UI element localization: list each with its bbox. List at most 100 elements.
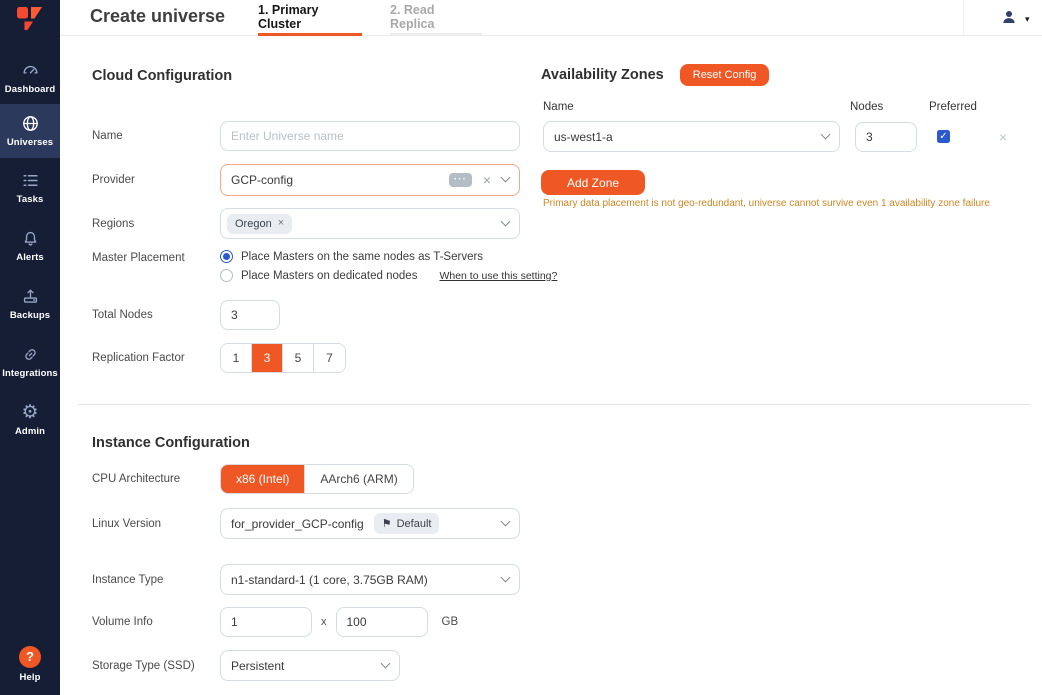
remove-zone-icon[interactable]: × xyxy=(999,130,1007,144)
cpu-option-arm[interactable]: AArch6 (ARM) xyxy=(305,465,412,493)
sidebar-item-integrations[interactable]: Integrations xyxy=(0,336,60,388)
az-col-preferred: Preferred xyxy=(929,101,977,113)
chevron-down-icon xyxy=(501,173,511,183)
regions-select[interactable]: Oregon × xyxy=(220,208,520,239)
rf-option-7[interactable]: 7 xyxy=(314,344,345,372)
linux-version-select[interactable]: for_provider_GCP-config ⚑ Default xyxy=(220,508,520,539)
flag-icon: ⚑ xyxy=(382,517,392,530)
chevron-down-icon xyxy=(381,659,391,669)
sidebar-item-backups[interactable]: Backups xyxy=(0,278,60,330)
total-nodes-label: Total Nodes xyxy=(92,309,220,321)
replication-factor-row: Replication Factor 1 3 5 7 xyxy=(92,343,542,373)
sidebar-item-label: Alerts xyxy=(16,252,44,263)
add-zone-button[interactable]: Add Zone xyxy=(541,170,645,195)
storage-type-value: Persistent xyxy=(231,659,284,673)
provider-select[interactable]: GCP-config ··· × xyxy=(220,164,520,196)
sidebar-item-label: Dashboard xyxy=(5,84,56,95)
ellipsis-badge-icon: ··· xyxy=(449,173,472,187)
yugabyte-logo-icon[interactable] xyxy=(0,0,60,36)
regions-label: Regions xyxy=(92,218,220,230)
rf-option-1[interactable]: 1 xyxy=(221,344,252,372)
cpu-architecture-row: CPU Architecture x86 (Intel) AArch6 (ARM… xyxy=(92,464,542,494)
section-divider xyxy=(78,404,1030,405)
backup-icon xyxy=(21,287,40,306)
volume-count-input[interactable] xyxy=(220,607,312,637)
user-menu-button[interactable]: ▾ xyxy=(1000,8,1030,31)
link-icon xyxy=(21,345,40,364)
linux-version-label: Linux Version xyxy=(92,518,220,530)
az-header: Availability Zones Reset Config xyxy=(541,64,769,86)
az-preferred-checkbox[interactable]: ✓ xyxy=(937,130,950,143)
page-title: Create universe xyxy=(90,6,225,27)
az-col-name: Name xyxy=(543,101,574,113)
total-nodes-row: Total Nodes xyxy=(92,300,542,330)
storage-type-select[interactable]: Persistent xyxy=(220,650,400,681)
chevron-down-icon xyxy=(821,130,831,140)
provider-label: Provider xyxy=(92,174,220,186)
default-badge: ⚑ Default xyxy=(374,513,440,534)
sidebar-item-tasks[interactable]: Tasks xyxy=(0,162,60,214)
region-chip: Oregon × xyxy=(227,214,292,234)
rf-option-5[interactable]: 5 xyxy=(283,344,314,372)
sidebar: Dashboard Universes Tasks Alerts Backups xyxy=(0,0,60,695)
volume-info-label: Volume Info xyxy=(92,616,220,628)
question-icon: ? xyxy=(19,646,41,668)
volume-multiplier: x xyxy=(321,616,327,628)
volume-size-input[interactable] xyxy=(336,607,428,637)
instance-type-select[interactable]: n1-standard-1 (1 core, 3.75GB RAM) xyxy=(220,564,520,595)
globe-icon xyxy=(21,114,40,133)
user-icon xyxy=(1000,8,1018,31)
storage-type-label: Storage Type (SSD) xyxy=(92,660,220,672)
provider-row: Provider GCP-config ··· × xyxy=(92,164,542,195)
bell-icon xyxy=(21,229,40,248)
gear-icon: ⚙ xyxy=(21,403,40,422)
radio-selected[interactable] xyxy=(220,250,233,263)
reset-config-button[interactable]: Reset Config xyxy=(680,64,770,86)
list-icon xyxy=(21,171,40,190)
az-zone-row: us-west1-a ✓ × xyxy=(543,121,1023,152)
regions-row: Regions Oregon × xyxy=(92,208,542,239)
instance-config-title: Instance Configuration xyxy=(92,435,250,451)
total-nodes-input[interactable] xyxy=(220,300,280,330)
rf-option-3[interactable]: 3 xyxy=(252,344,283,372)
cpu-option-x86[interactable]: x86 (Intel) xyxy=(221,465,305,493)
name-row: Name xyxy=(92,121,542,151)
chevron-down-icon xyxy=(501,573,511,583)
chevron-down-icon: ▾ xyxy=(1025,14,1030,25)
when-to-use-link[interactable]: When to use this setting? xyxy=(439,270,557,282)
master-placement-option-same-nodes: Place Masters on the same nodes as T-Ser… xyxy=(220,250,557,263)
replication-factor-group: 1 3 5 7 xyxy=(220,343,346,373)
tab-primary-cluster[interactable]: 1. Primary Cluster xyxy=(258,0,362,36)
sidebar-item-label: Admin xyxy=(15,426,45,437)
chevron-down-icon xyxy=(501,217,511,227)
tab-read-replica[interactable]: 2. Read Replica xyxy=(390,0,482,36)
sidebar-item-label: Integrations xyxy=(2,368,58,379)
universe-name-input[interactable] xyxy=(220,121,520,151)
create-universe-page: Dashboard Universes Tasks Alerts Backups xyxy=(0,0,1042,695)
clear-provider-icon[interactable]: × xyxy=(483,173,491,187)
sidebar-item-admin[interactable]: ⚙ Admin xyxy=(0,394,60,446)
az-name-select[interactable]: us-west1-a xyxy=(543,121,840,152)
sidebar-item-universes[interactable]: Universes xyxy=(0,104,60,158)
header-divider xyxy=(963,0,964,35)
sidebar-item-help[interactable]: ? Help xyxy=(0,638,60,690)
radio-label: Place Masters on dedicated nodes xyxy=(241,270,417,282)
master-placement-label: Master Placement xyxy=(92,252,220,264)
chevron-down-icon xyxy=(501,517,511,527)
remove-region-icon[interactable]: × xyxy=(278,218,284,229)
radio-unselected[interactable] xyxy=(220,269,233,282)
az-title: Availability Zones xyxy=(541,67,664,83)
linux-version-row: Linux Version for_provider_GCP-config ⚑ … xyxy=(92,508,542,539)
radio-label: Place Masters on the same nodes as T-Ser… xyxy=(241,251,483,263)
instance-type-label: Instance Type xyxy=(92,574,220,586)
linux-version-value: for_provider_GCP-config xyxy=(231,517,364,531)
volume-unit: GB xyxy=(442,616,459,628)
az-col-nodes: Nodes xyxy=(850,101,883,113)
az-nodes-input[interactable] xyxy=(855,122,917,152)
region-chip-label: Oregon xyxy=(235,218,272,230)
sidebar-item-dashboard[interactable]: Dashboard xyxy=(0,52,60,104)
sidebar-item-alerts[interactable]: Alerts xyxy=(0,220,60,272)
instance-type-value: n1-standard-1 (1 core, 3.75GB RAM) xyxy=(231,573,428,587)
name-label: Name xyxy=(92,130,220,142)
master-placement-option-dedicated: Place Masters on dedicated nodes When to… xyxy=(220,269,557,282)
